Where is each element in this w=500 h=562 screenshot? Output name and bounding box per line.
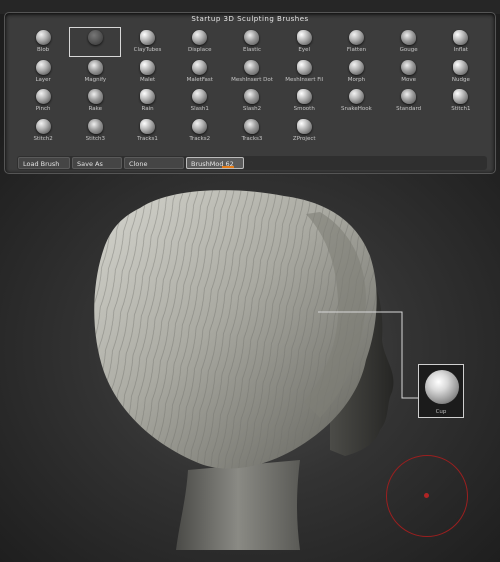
brush-preview-label: Cup [435, 409, 447, 415]
brush-cursor-center [424, 493, 429, 498]
brush-preview-panel: Cup [418, 364, 464, 418]
neck [176, 460, 300, 550]
brush-preview-icon [425, 370, 459, 404]
